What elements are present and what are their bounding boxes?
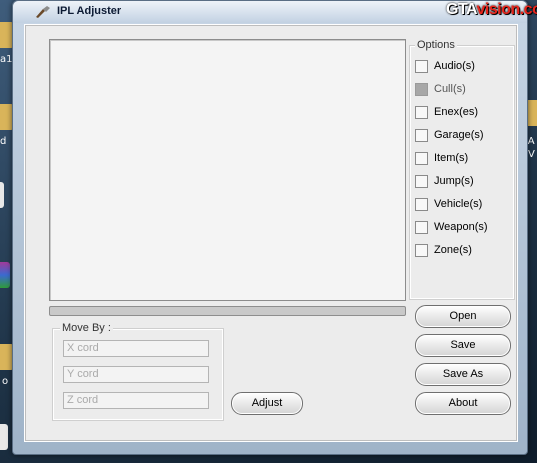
checkbox[interactable]	[415, 60, 428, 73]
option-label: Enex(es)	[434, 106, 479, 118]
checkbox[interactable]	[415, 198, 428, 211]
option-label: Jump(s)	[434, 175, 474, 187]
desktop-icon-label: d	[0, 136, 7, 147]
site-watermark: GTAvision.com	[446, 1, 537, 19]
checkbox[interactable]	[415, 152, 428, 165]
options-groupbox: Options Audio(s) Cull(s) Enex(es) Garage…	[409, 39, 515, 300]
open-button[interactable]: Open	[415, 305, 511, 328]
y-coord-input[interactable]: Y cord	[63, 366, 209, 383]
about-button[interactable]: About	[415, 392, 511, 415]
desktop-icon-label: a1	[0, 54, 13, 65]
checkbox	[415, 83, 428, 96]
watermark-text: GTA	[446, 1, 477, 18]
option-label: Zone(s)	[434, 244, 472, 256]
option-label: Item(s)	[434, 152, 469, 164]
desktop-icon-label: V	[528, 149, 535, 160]
window-title: IPL Adjuster	[57, 5, 122, 17]
move-by-groupbox: Move By : X cord Y cord Z cord	[52, 322, 224, 421]
option-label: Audio(s)	[434, 60, 475, 72]
checkbox[interactable]	[415, 129, 428, 142]
desktop-icon-label: o	[2, 376, 9, 387]
move-by-title: Move By :	[60, 322, 113, 334]
checkbox[interactable]	[415, 244, 428, 257]
x-coord-input[interactable]: X cord	[63, 340, 209, 357]
desktop-file-icon[interactable]	[0, 182, 4, 208]
option-label: Garage(s)	[434, 129, 484, 141]
ipl-adjuster-window: IPL Adjuster GTAvision.com Options Audio…	[12, 0, 537, 455]
option-label: Vehicle(s)	[434, 198, 483, 210]
app-icon	[35, 5, 51, 19]
progress-bar	[49, 306, 406, 316]
desktop-archive-icon[interactable]	[0, 262, 10, 288]
option-label: Weapon(s)	[434, 221, 488, 233]
adjust-button[interactable]: Adjust	[231, 392, 303, 415]
z-coord-input[interactable]: Z cord	[63, 392, 209, 409]
ipl-content-list[interactable]	[49, 39, 406, 301]
options-title: Options	[415, 39, 457, 51]
desktop-file-icon[interactable]	[0, 424, 8, 450]
save-button[interactable]: Save	[415, 334, 511, 357]
save-as-button[interactable]: Save As	[415, 363, 511, 386]
checkbox[interactable]	[415, 106, 428, 119]
checkbox[interactable]	[415, 175, 428, 188]
checkbox[interactable]	[415, 221, 428, 234]
window-client-area: Options Audio(s) Cull(s) Enex(es) Garage…	[24, 24, 518, 442]
watermark-text: vision.com	[476, 1, 537, 18]
option-label: Cull(s)	[434, 83, 466, 95]
